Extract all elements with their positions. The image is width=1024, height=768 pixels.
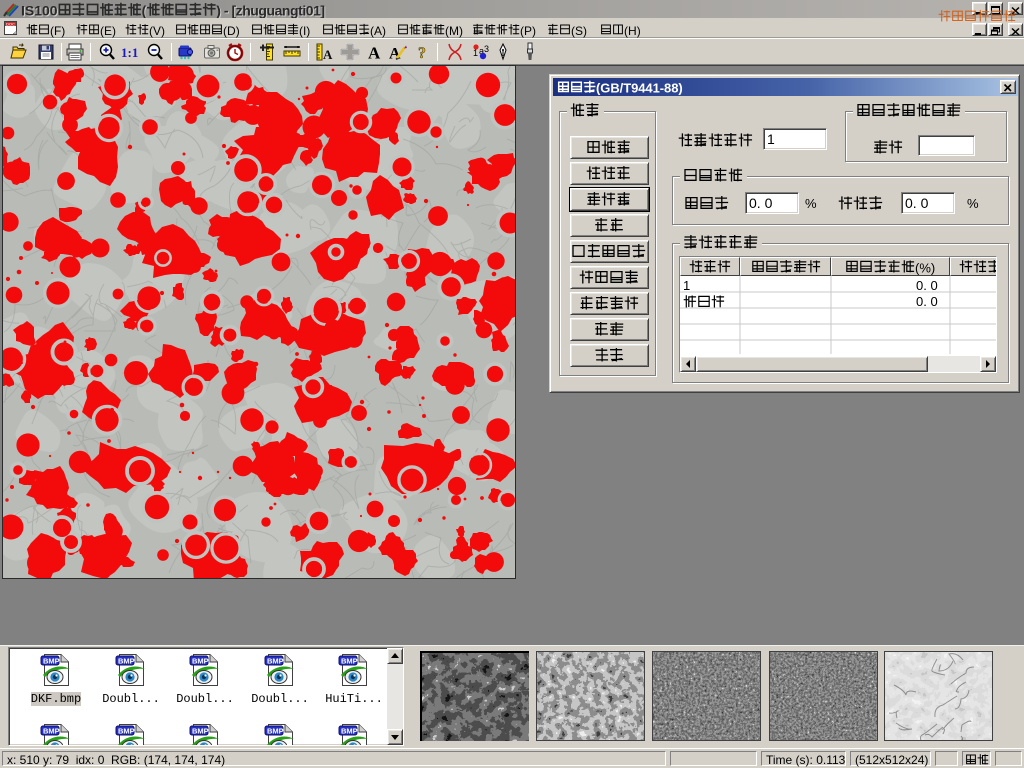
svg-text:BMP: BMP <box>341 657 358 666</box>
svg-text:?: ? <box>418 45 426 62</box>
svg-text:BMP: BMP <box>43 657 60 666</box>
svg-text:BMP: BMP <box>341 727 358 736</box>
svg-text:(P): (P) <box>520 24 536 38</box>
svg-text:BMP: BMP <box>192 727 209 736</box>
svg-text:BMP: BMP <box>267 727 284 736</box>
svg-text:) - [zhuguangti01]: ) - [zhuguangti01] <box>216 3 325 19</box>
svg-text:BMP: BMP <box>267 657 284 666</box>
svg-text:3: 3 <box>484 44 489 54</box>
svg-text:BMP: BMP <box>118 727 135 736</box>
svg-text:A: A <box>368 44 381 63</box>
svg-text:A: A <box>323 47 333 62</box>
svg-text:(H): (H) <box>624 24 641 38</box>
svg-text:1: 1 <box>473 48 478 58</box>
svg-text:(E): (E) <box>100 24 116 38</box>
svg-text:(V): (V) <box>149 24 165 38</box>
svg-text:IS100: IS100 <box>21 3 58 19</box>
svg-text:(A): (A) <box>370 24 386 38</box>
svg-text:BMP: BMP <box>118 657 135 666</box>
svg-text:1:1: 1:1 <box>121 45 138 60</box>
svg-text:(I): (I) <box>299 24 310 38</box>
svg-text:(GB/T9441-88): (GB/T9441-88) <box>596 81 683 96</box>
svg-text:(D): (D) <box>223 24 240 38</box>
svg-text:(: ( <box>142 3 147 19</box>
svg-text:DOC: DOC <box>6 22 15 27</box>
svg-text:(S): (S) <box>571 24 587 38</box>
svg-text:(M): (M) <box>445 24 463 38</box>
svg-text:BMP: BMP <box>43 727 60 736</box>
svg-text:BMP: BMP <box>192 657 209 666</box>
svg-text:(F): (F) <box>50 24 65 38</box>
